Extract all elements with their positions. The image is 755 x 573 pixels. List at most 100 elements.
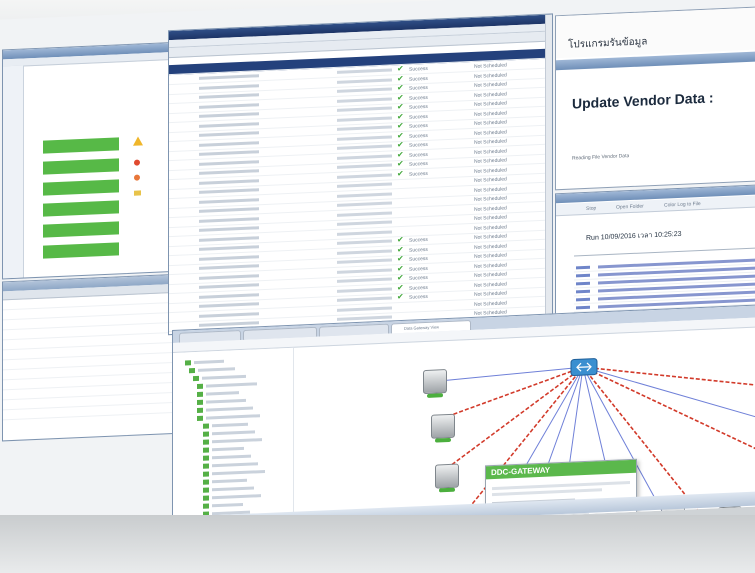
tree-node-label[interactable] (212, 430, 255, 436)
log-stop-button[interactable]: Stop (586, 206, 596, 212)
tree-node-label[interactable] (212, 494, 261, 500)
job-name-cell (199, 254, 259, 261)
tree-node-icon[interactable] (203, 487, 209, 493)
network-link (582, 366, 755, 388)
log-cell (576, 281, 590, 286)
job-schedule-cell: Not Scheduled (474, 271, 507, 279)
job-status-cell: Success (409, 141, 428, 149)
job-date-cell (337, 267, 392, 274)
job-date-cell (337, 134, 392, 141)
tree-node-label[interactable] (212, 446, 244, 452)
job-name-cell (199, 311, 259, 318)
job-list-scrollbar[interactable] (545, 14, 552, 318)
server-icon[interactable] (435, 463, 459, 489)
log-cell (576, 305, 590, 310)
tree-node-label[interactable] (194, 359, 224, 365)
check-icon: ✔ (397, 120, 404, 131)
job-status-cell: Success (409, 122, 428, 130)
tree-node-icon[interactable] (193, 375, 199, 382)
job-status-cell: Success (409, 246, 428, 254)
tree-node-icon[interactable] (203, 463, 209, 469)
dashboard-window (2, 42, 170, 280)
server-icon[interactable] (423, 369, 447, 395)
tree-node-icon[interactable] (185, 360, 191, 366)
tree-node-label[interactable] (212, 438, 262, 444)
tree-node-label[interactable] (202, 374, 246, 380)
job-date-cell (337, 144, 392, 150)
job-date-cell (337, 96, 392, 103)
dashboard-sidebar (3, 65, 24, 279)
job-name-cell (199, 302, 259, 308)
job-date-cell (337, 125, 392, 131)
log-open-folder-button[interactable]: Open Folder (616, 203, 644, 210)
tree-node-icon[interactable] (203, 423, 209, 429)
tree-node-label[interactable] (212, 422, 248, 428)
job-name-cell (199, 235, 259, 242)
vendor-thai-heading: โปรแกรมรันข้อมูล (568, 36, 648, 51)
tree-node-label[interactable] (212, 486, 254, 492)
job-date-cell (337, 277, 392, 283)
tree-node-label[interactable] (212, 454, 251, 460)
job-schedule-cell: Not Scheduled (474, 147, 507, 156)
job-name-cell (199, 159, 259, 166)
tree-node-icon[interactable] (197, 399, 203, 405)
tree-node-icon[interactable] (197, 407, 203, 413)
job-name-cell (199, 264, 259, 270)
tree-node-icon[interactable] (203, 455, 209, 461)
log-cell (576, 273, 590, 278)
job-date-cell (337, 68, 392, 74)
job-schedule-cell: Not Scheduled (474, 157, 507, 165)
job-schedule-cell: Not Scheduled (474, 62, 507, 70)
job-name-cell (199, 226, 259, 232)
tree-node-label[interactable] (212, 469, 265, 476)
check-icon: ✔ (397, 130, 404, 140)
warning-icon (133, 136, 143, 146)
tree-node-label[interactable] (206, 382, 257, 388)
tree-node-icon[interactable] (203, 479, 209, 485)
tree-node-label[interactable] (212, 502, 243, 508)
job-schedule-cell: Not Scheduled (474, 128, 507, 137)
job-schedule-cell: Not Scheduled (474, 176, 507, 184)
tree-node-icon[interactable] (197, 391, 203, 397)
log-cell (576, 265, 590, 270)
tree-node-icon[interactable] (203, 447, 209, 453)
job-schedule-cell: Not Scheduled (474, 185, 507, 194)
tree-node-icon[interactable] (203, 495, 209, 501)
log-cell (576, 289, 590, 294)
tree-node-icon[interactable] (203, 503, 209, 509)
log-color-to-file-button[interactable]: Color Log to File (664, 201, 701, 209)
tree-node-icon[interactable] (203, 431, 209, 437)
job-name-cell (199, 131, 259, 137)
tree-node-icon[interactable] (197, 383, 203, 389)
job-name-cell (199, 169, 259, 175)
job-schedule-cell: Not Scheduled (474, 261, 507, 270)
tree-node-label[interactable] (206, 414, 260, 420)
tree-node-icon[interactable] (197, 415, 203, 421)
status-bar-3 (43, 179, 119, 196)
server-icon[interactable] (431, 413, 455, 439)
job-name-cell (199, 178, 259, 185)
job-schedule-cell: Not Scheduled (474, 81, 507, 89)
job-date-cell (337, 296, 392, 302)
job-date-cell (337, 305, 392, 312)
job-date-cell (337, 182, 392, 188)
job-schedule-cell: Not Scheduled (474, 290, 507, 298)
job-date-cell (337, 220, 392, 226)
tree-node-label[interactable] (198, 367, 235, 372)
tree-node-label[interactable] (212, 478, 247, 484)
job-schedule-cell: Not Scheduled (474, 195, 507, 203)
tree-node-icon[interactable] (203, 439, 209, 445)
job-date-cell (337, 163, 392, 169)
check-icon: ✔ (397, 168, 404, 178)
job-status-cell: Success (409, 75, 428, 83)
job-date-cell (337, 191, 392, 198)
tree-node-label[interactable] (206, 398, 246, 404)
status-bar-2 (43, 158, 119, 175)
tree-node-icon[interactable] (189, 368, 195, 374)
tree-node-label[interactable] (206, 406, 253, 412)
job-name-cell (199, 188, 259, 194)
tree-node-label[interactable] (212, 462, 258, 468)
tree-node-label[interactable] (206, 391, 239, 396)
job-name-cell (199, 83, 259, 90)
tree-node-icon[interactable] (203, 471, 209, 477)
